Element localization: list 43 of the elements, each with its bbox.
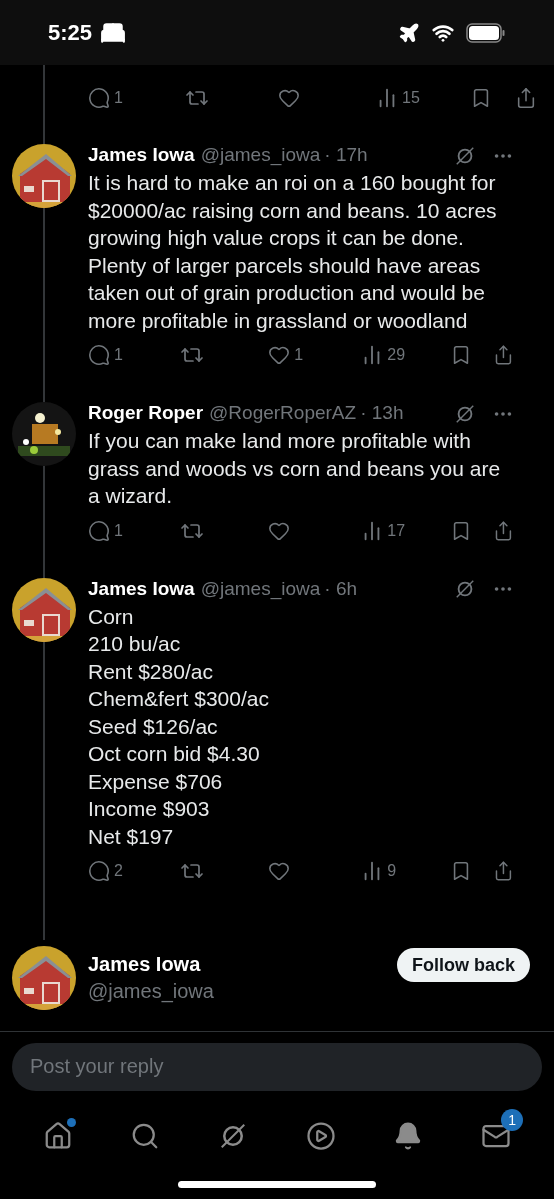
views-count: 29 — [387, 345, 406, 365]
like-icon[interactable] — [268, 344, 291, 366]
share-icon[interactable] — [493, 344, 514, 366]
views-count: 9 — [387, 861, 397, 881]
reply-icon[interactable] — [88, 344, 110, 366]
slashed-circle-icon[interactable] — [454, 402, 476, 425]
share-icon[interactable] — [493, 860, 514, 882]
author-handle: @RogerRoperAZ — [209, 401, 357, 426]
reply-icon[interactable] — [88, 86, 110, 109]
author-name[interactable]: James Iowa — [88, 574, 195, 604]
user-name[interactable]: James Iowa — [88, 951, 397, 978]
unread-badge: 1 — [501, 1109, 524, 1131]
slashed-circle-icon[interactable] — [454, 144, 476, 167]
post-text: Corn 210 bu/ac Rent $280/ac Chem&fert $300/ac Seed $126/ac Oct corn bid $4.30 Expense $706 Income $903 Net $197 — [88, 603, 270, 850]
reply-count: 2 — [114, 861, 123, 881]
status-time: 5:25 — [48, 19, 93, 47]
views-count: 17 — [387, 520, 406, 541]
reply-field[interactable]: Post your reply — [12, 1042, 542, 1091]
post-time: · 13h — [360, 401, 404, 426]
author-name[interactable]: James Iowa — [88, 141, 195, 170]
share-icon[interactable] — [515, 86, 537, 109]
play-icon[interactable] — [305, 1121, 336, 1151]
reply-count: 1 — [114, 520, 123, 541]
like-icon[interactable] — [268, 860, 291, 882]
views-count: 15 — [402, 87, 420, 108]
post-time: · 17h — [324, 143, 368, 168]
post-text: If you can make land more profitable with grass and woods vs corn and beans you are a wizard. — [88, 428, 502, 509]
user-handle: @james_iowa — [88, 979, 215, 1005]
author-handle: @james_iowa — [200, 143, 321, 168]
battery-icon — [466, 22, 506, 43]
share-icon[interactable] — [493, 519, 514, 542]
reply-icon[interactable] — [88, 519, 110, 542]
reply-count: 1 — [114, 87, 123, 108]
airplane-icon — [398, 21, 420, 44]
author-name[interactable]: Roger Roper — [88, 399, 204, 428]
follow-back-button[interactable]: Follow back — [396, 948, 530, 982]
post-text: It is hard to make an roi on a 160 bought for $20000/ac raising corn and beans. 10 acres growing high value crops it can be done. Plenty of larger parcels should have areas taken out of grain production and would be more profitable in grassland or woodland — [88, 170, 498, 334]
reply-icon[interactable] — [88, 860, 110, 882]
post-time: · 6h — [324, 576, 358, 601]
author-handle: @james_iowa — [200, 576, 321, 602]
reply-count: 1 — [114, 345, 123, 365]
slashed-circle-icon[interactable] — [454, 578, 476, 600]
like-count: 1 — [294, 345, 304, 365]
